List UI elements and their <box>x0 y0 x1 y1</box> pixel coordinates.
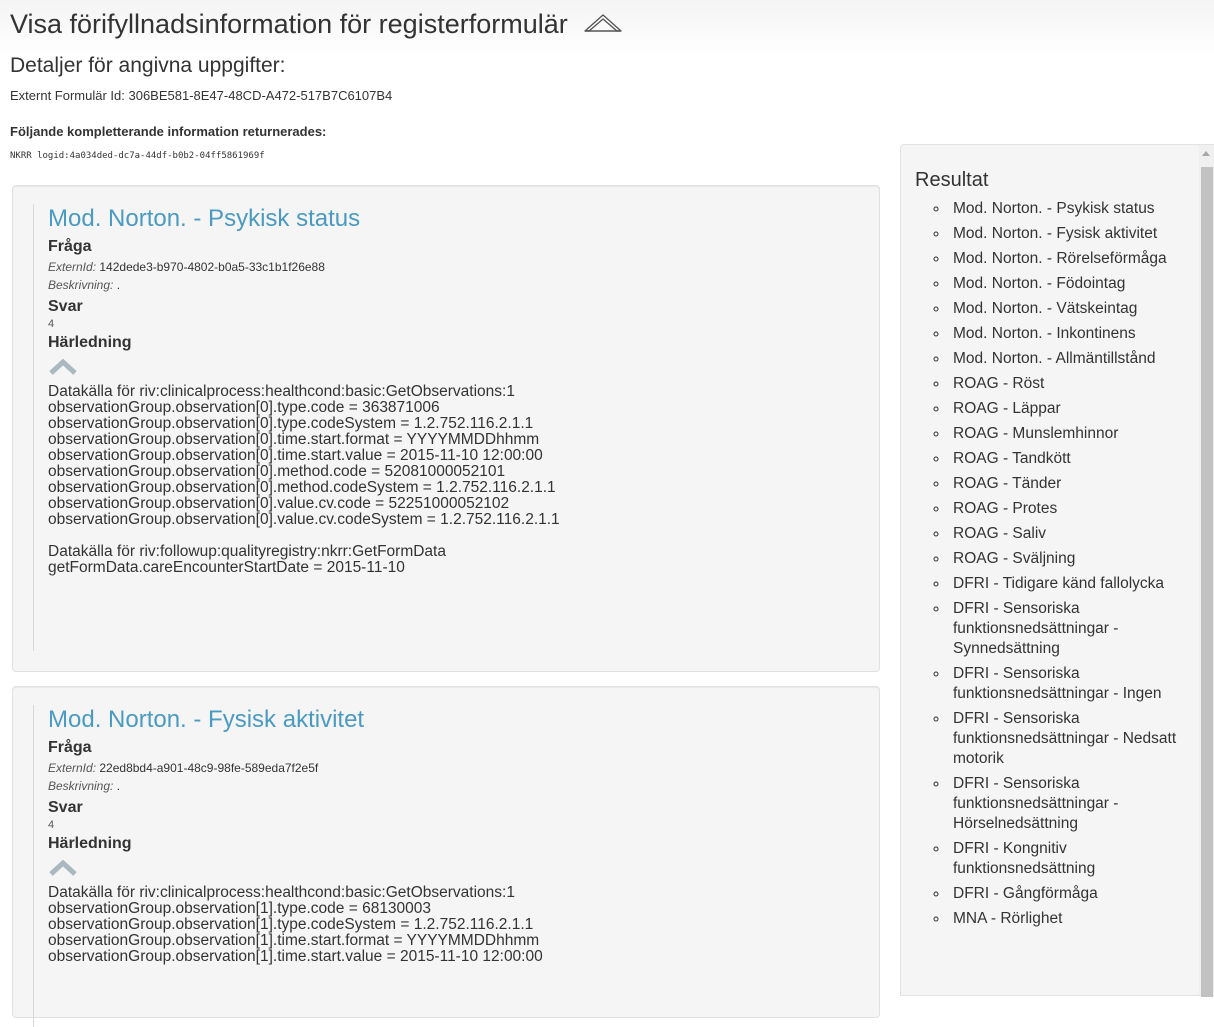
results-item[interactable]: DFRI - Sensoriska funktionsnedsättningar… <box>949 664 1199 704</box>
answer-value: 4 <box>48 819 55 831</box>
results-item[interactable]: DFRI - Sensoriska funktionsnedsättningar… <box>949 599 1199 659</box>
external-id-row: ExternId: 22ed8bd4-a901-48c9-98fe-589eda… <box>48 759 869 777</box>
results-item[interactable]: ROAG - Tandkött <box>949 449 1199 469</box>
results-item[interactable]: Mod. Norton. - Födointag <box>949 274 1199 294</box>
derivation-line: observationGroup.observation[0].type.cod… <box>48 399 440 416</box>
derivation-line: observationGroup.observation[1].type.cod… <box>48 916 534 933</box>
results-item[interactable]: DFRI - Sensoriska funktionsnedsättningar… <box>949 709 1199 769</box>
results-item[interactable]: Mod. Norton. - Rörelseförmåga <box>949 249 1199 269</box>
results-item[interactable]: ROAG - Röst <box>949 374 1199 394</box>
derivation-line: observationGroup.observation[0].time.sta… <box>48 447 543 464</box>
results-item[interactable]: DFRI - Kongnitiv funktionsnedsättning <box>949 839 1199 879</box>
derivation-line: observationGroup.observation[1].type.cod… <box>48 900 432 917</box>
answer-value: 4 <box>48 318 55 330</box>
results-item[interactable]: ROAG - Tänder <box>949 474 1199 494</box>
description-label: Beskrivning: <box>48 779 114 793</box>
derivation-line: Datakälla för riv:clinicalprocess:health… <box>48 884 515 901</box>
derivation-block: Datakälla för riv:clinicalprocess:health… <box>48 384 869 528</box>
chevron-up-icon[interactable] <box>48 859 78 877</box>
description-label: Beskrivning: <box>48 278 114 292</box>
derivation-heading: Härledning <box>48 334 132 351</box>
external-form-id: Externt Formulär Id: 306BE581-8E47-48CD-… <box>10 88 393 103</box>
description-row: Beskrivning: . <box>48 777 869 795</box>
results-list: Mod. Norton. - Psykisk status Mod. Norto… <box>927 199 1199 934</box>
additional-info-label: Följande kompletterande information retu… <box>10 124 327 139</box>
details-subtitle: Detaljer för angivna uppgifter: <box>10 54 286 77</box>
results-item[interactable]: ROAG - Sväljning <box>949 549 1199 569</box>
external-id-row: ExternId: 142dede3-b970-4802-b0a5-33c1b1… <box>48 258 869 276</box>
question-content: Mod. Norton. - Psykisk status Fråga Exte… <box>33 204 869 651</box>
external-id-label: ExternId: <box>48 260 97 274</box>
description-row: Beskrivning: . <box>48 276 869 294</box>
question-heading: Fråga <box>48 238 92 255</box>
results-item[interactable]: ROAG - Läppar <box>949 399 1199 419</box>
question-card: Mod. Norton. - Fysisk aktivitet Fråga Ex… <box>12 686 880 1027</box>
results-item[interactable]: Mod. Norton. - Fysisk aktivitet <box>949 224 1199 244</box>
results-item[interactable]: MNA - Rörlighet <box>949 909 1199 929</box>
results-item[interactable]: DFRI - Tidigare känd fallolycka <box>949 574 1199 594</box>
question-content: Mod. Norton. - Fysisk aktivitet Fråga Ex… <box>33 705 869 1027</box>
answer-heading: Svar <box>48 298 83 315</box>
results-item[interactable]: DFRI - Sensoriska funktionsnedsättningar… <box>949 774 1199 834</box>
derivation-block: Datakälla för riv:followup:qualityregist… <box>48 544 869 576</box>
page-title: Visa förifyllnadsinformation för registe… <box>10 9 623 41</box>
derivation-line: Datakälla för riv:followup:qualityregist… <box>48 543 446 560</box>
page-title-text: Visa förifyllnadsinformation för registe… <box>10 9 568 39</box>
results-sidebar: Resultat Mod. Norton. - Psykisk status M… <box>900 144 1214 997</box>
results-item[interactable]: ROAG - Protes <box>949 499 1199 519</box>
derivation-line: Datakälla för riv:clinicalprocess:health… <box>48 383 515 400</box>
chevron-up-icon[interactable] <box>48 358 78 376</box>
derivation-line: observationGroup.observation[0].type.cod… <box>48 415 534 432</box>
derivation-line: observationGroup.observation[0].time.sta… <box>48 431 540 448</box>
derivation-line: observationGroup.observation[0].method.c… <box>48 463 506 480</box>
answer-heading: Svar <box>48 799 83 816</box>
derivation-line: observationGroup.observation[0].value.cv… <box>48 495 510 512</box>
question-title: Mod. Norton. - Fysisk aktivitet <box>48 706 365 733</box>
derivation-line: getFormData.careEncounterStartDate = 201… <box>48 559 405 576</box>
results-item[interactable]: Mod. Norton. - Inkontinens <box>949 324 1199 344</box>
results-item[interactable]: ROAG - Munslemhinnor <box>949 424 1199 444</box>
results-item[interactable]: ROAG - Saliv <box>949 524 1199 544</box>
question-heading: Fråga <box>48 739 92 756</box>
external-id-value: 142dede3-b970-4802-b0a5-33c1b1f26e88 <box>99 260 325 274</box>
external-id-label: ExternId: <box>48 761 97 775</box>
results-item[interactable]: Mod. Norton. - Psykisk status <box>949 199 1199 219</box>
derivation-block: Datakälla för riv:clinicalprocess:health… <box>48 885 869 965</box>
scroll-up-arrow-icon[interactable] <box>1202 151 1210 156</box>
scroll-thumb[interactable] <box>1201 167 1213 997</box>
sidebar-scrollbar[interactable] <box>1199 145 1214 997</box>
description-value: . <box>116 779 121 793</box>
derivation-line: observationGroup.observation[1].time.sta… <box>48 948 543 965</box>
question-card: Mod. Norton. - Psykisk status Fråga Exte… <box>12 185 880 672</box>
derivation-heading: Härledning <box>48 835 132 852</box>
results-item[interactable]: DFRI - Gångförmåga <box>949 884 1199 904</box>
sidebar-title: Resultat <box>915 169 989 191</box>
question-title: Mod. Norton. - Psykisk status <box>48 205 361 232</box>
description-value: . <box>116 278 121 292</box>
results-item[interactable]: Mod. Norton. - Allmäntillstånd <box>949 349 1199 369</box>
derivation-line: observationGroup.observation[0].method.c… <box>48 479 556 496</box>
chevron-up-outline-icon[interactable] <box>583 10 623 41</box>
logid: NKRR logid:4a034ded-dc7a-44df-b0b2-04ff5… <box>10 151 265 161</box>
results-item[interactable]: Mod. Norton. - Vätskeintag <box>949 299 1199 319</box>
derivation-line: observationGroup.observation[0].value.cv… <box>48 511 560 528</box>
external-id-value: 22ed8bd4-a901-48c9-98fe-589eda7f2e5f <box>99 761 319 775</box>
derivation-line: observationGroup.observation[1].time.sta… <box>48 932 540 949</box>
